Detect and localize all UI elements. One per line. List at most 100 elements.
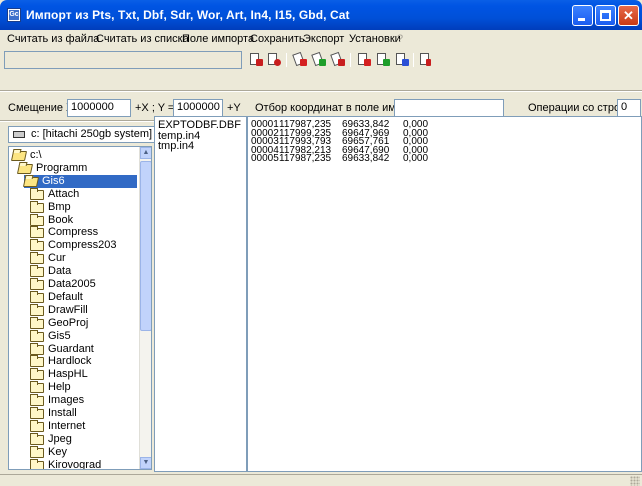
directory-name: Key — [48, 445, 67, 458]
folder-icon — [30, 445, 44, 458]
minimize-button[interactable] — [572, 5, 593, 26]
directory-item[interactable]: Compress — [30, 226, 137, 239]
directory-name: Install — [48, 407, 77, 419]
directory-item[interactable]: c:\ — [10, 149, 137, 162]
folder-icon — [30, 419, 44, 432]
export-red-icon[interactable] — [356, 52, 372, 68]
offset-x-input[interactable]: 1000000 — [67, 99, 131, 117]
directory-item[interactable]: Jpeg — [30, 432, 137, 446]
menu-read-file[interactable]: Считать из файла — [7, 33, 99, 45]
menu-import-field[interactable]: Поле импорта — [182, 33, 254, 45]
directory-item[interactable]: Hardlock — [30, 355, 137, 368]
directory-item[interactable]: Bmp — [30, 200, 137, 214]
directory-item[interactable]: GeoProj — [30, 316, 137, 330]
export-green-icon[interactable] — [375, 52, 391, 68]
directory-scrollbar[interactable]: ▲ ▼ — [139, 147, 151, 469]
folder-icon — [30, 407, 44, 419]
directory-list[interactable]: MapdrawMapLeadToolsKirovogradKeyJpegInte… — [8, 146, 152, 470]
directory-item[interactable]: Install — [30, 407, 137, 420]
directory-item[interactable]: Default — [30, 290, 137, 304]
pick-blue-icon[interactable] — [330, 51, 346, 68]
menu-help[interactable]: ? — [397, 33, 403, 45]
folder-open-icon — [22, 176, 40, 187]
close-button[interactable]: ✕ — [618, 5, 639, 26]
title-bar[interactable]: Gc Импорт из Pts, Txt, Dbf, Sdr, Wor, Ar… — [0, 0, 642, 30]
folder-icon — [30, 290, 44, 303]
directory-name: Internet — [48, 419, 86, 432]
menu-export[interactable]: Экспорт — [303, 33, 344, 45]
folder-icon — [30, 265, 44, 278]
coord-z: 0,000 — [403, 153, 429, 165]
directory-item[interactable]: Data — [30, 265, 137, 278]
import-window: Gc Импорт из Pts, Txt, Dbf, Sdr, Wor, Ar… — [0, 0, 642, 486]
directory-item[interactable]: Gis5 — [30, 329, 137, 343]
folder-icon — [30, 303, 44, 316]
directory-name: c:\ — [30, 149, 42, 161]
import-select-icon[interactable] — [266, 52, 282, 68]
scroll-down-icon[interactable]: ▼ — [140, 457, 151, 469]
folder-icon — [30, 316, 44, 329]
directory-name: DrawFill — [48, 303, 88, 316]
directory-item[interactable]: Guardant — [30, 342, 137, 356]
coord-y: 69633,842 — [342, 153, 390, 165]
directory-item[interactable]: Book — [30, 213, 137, 227]
ops-label: Операции со строки — [528, 102, 632, 114]
directory-item[interactable]: HaspHL — [30, 368, 137, 381]
close-icon: ✕ — [623, 8, 634, 23]
folder-icon — [30, 368, 44, 381]
maximize-button[interactable] — [595, 5, 616, 26]
directory-item[interactable]: DrawFill — [30, 303, 137, 317]
import-icon[interactable] — [248, 52, 264, 68]
directory-name: Jpeg — [48, 432, 72, 445]
toolbar-separator — [350, 53, 351, 67]
scroll-up-icon[interactable]: ▲ — [140, 147, 151, 159]
directory-item[interactable]: Attach — [30, 187, 137, 201]
directory-item[interactable]: Help — [30, 381, 137, 394]
folder-icon — [30, 278, 44, 290]
directory-name: Programm — [36, 161, 88, 174]
directory-name: Bmp — [48, 200, 71, 213]
directory-item[interactable]: Internet — [30, 419, 137, 433]
coordinates-list[interactable]: 00001 117987,235 69633,842 0,000 00002 117999… — [247, 116, 642, 472]
minimize-icon — [578, 18, 585, 21]
divider — [0, 90, 642, 92]
directory-name: Gis5 — [48, 329, 71, 342]
coordinate-row[interactable]: 00005 117987,235 69633,842 0,000 — [251, 153, 451, 165]
offset-y-input[interactable]: 1000000 — [173, 99, 223, 117]
folder-icon — [30, 329, 44, 342]
directory-item[interactable]: Cur — [30, 252, 137, 265]
directory-item[interactable]: Gis6 — [22, 174, 137, 188]
directory-name: Attach — [48, 187, 80, 200]
offset-y-label: +X ; Y = — [135, 102, 175, 114]
save-export-icon[interactable] — [418, 52, 434, 68]
directory-name: Kirovograd — [48, 458, 102, 470]
scroll-thumb[interactable] — [140, 161, 151, 331]
offset-y-suffix: +Y — [227, 102, 241, 114]
file-item[interactable]: tmp.in4 — [158, 140, 194, 152]
directory-item[interactable]: Data2005 — [30, 278, 137, 291]
directory-name: HaspHL — [48, 368, 88, 381]
directory-item[interactable]: Compress203 — [30, 239, 137, 252]
filter-input[interactable] — [394, 99, 504, 117]
status-bar — [0, 474, 642, 486]
path-input[interactable] — [4, 51, 242, 69]
file-list[interactable]: EXPTODBF.DBF temp.in4 tmp.in4 — [154, 116, 247, 472]
folder-icon — [30, 200, 44, 213]
app-icon[interactable]: Gc — [7, 8, 21, 22]
menu-settings[interactable]: Установки — [349, 33, 401, 45]
directory-item[interactable]: Programm — [16, 161, 137, 175]
resize-grip-icon[interactable] — [630, 476, 640, 486]
directory-name: Images — [48, 394, 85, 407]
pick-red-icon[interactable] — [292, 51, 308, 68]
directory-item[interactable]: Key — [30, 445, 137, 459]
menu-save[interactable]: Сохранить — [250, 33, 305, 45]
folder-icon — [30, 226, 44, 239]
export-blue-icon[interactable] — [394, 52, 410, 68]
directory-name: Gis6 — [42, 174, 65, 187]
menu-read-list[interactable]: Считать из списка — [96, 33, 189, 45]
ops-start-input[interactable]: 0 — [617, 99, 641, 117]
directory-item[interactable]: Images — [30, 394, 137, 407]
pick-green-icon[interactable] — [311, 51, 327, 68]
maximize-icon — [600, 10, 611, 21]
directory-item[interactable]: Kirovograd — [30, 458, 137, 470]
